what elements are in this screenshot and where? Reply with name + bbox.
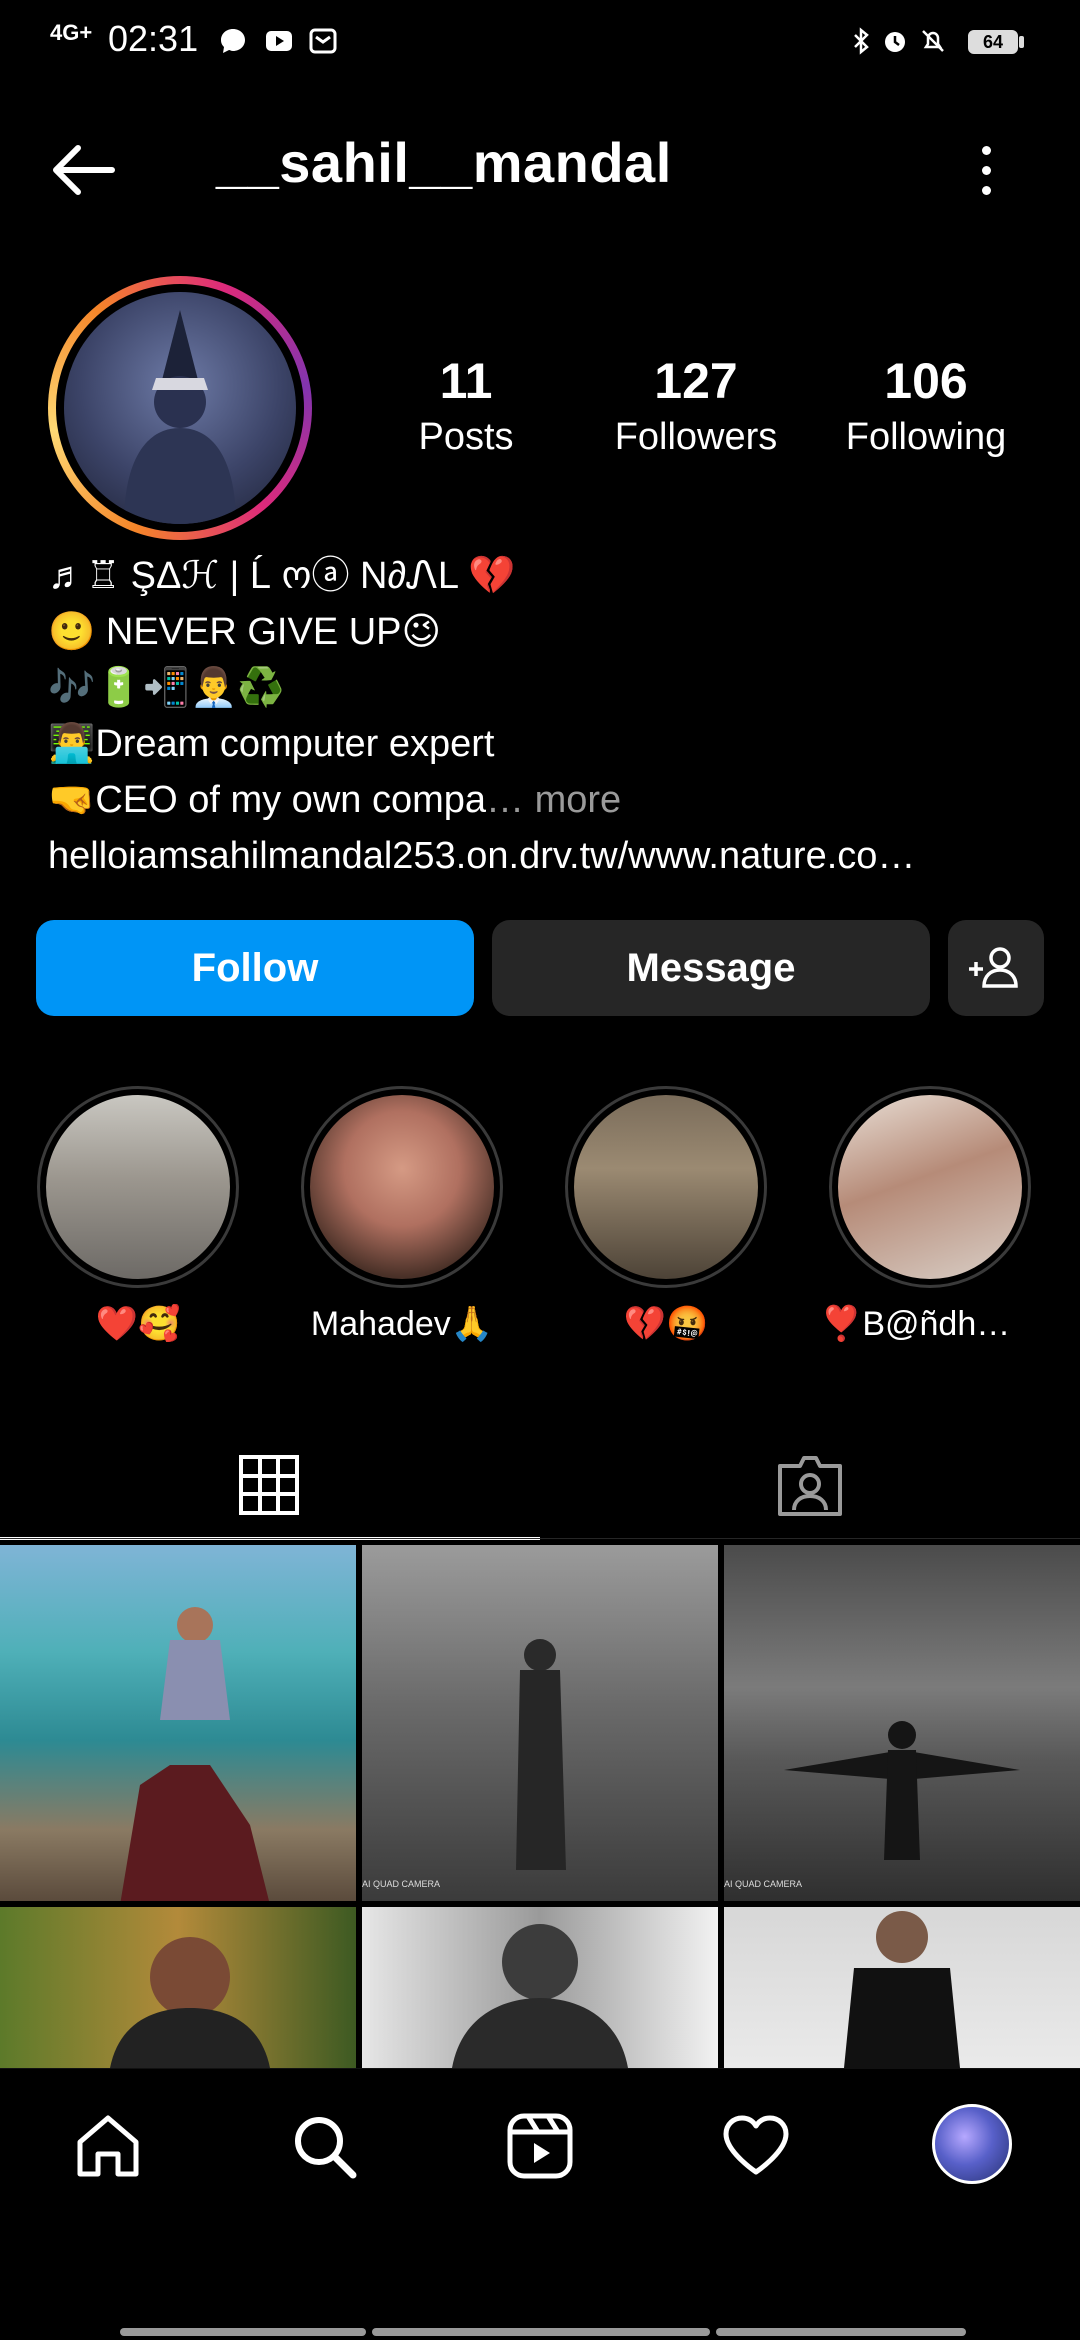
bio-more-link[interactable]: … more	[486, 779, 621, 821]
battery-tip	[1019, 36, 1024, 48]
profile-avatar-story-ring[interactable]	[48, 276, 312, 540]
posts-value: 11	[439, 353, 493, 409]
followers-count[interactable]: 127 Followers	[596, 352, 796, 459]
network-indicator: 4G+	[50, 20, 93, 45]
search-icon[interactable]	[288, 2110, 360, 2182]
heart-activity-icon[interactable]	[720, 2110, 792, 2182]
mail-icon	[309, 28, 337, 54]
gesture-bar	[120, 2328, 366, 2336]
post-thumbnail[interactable]	[724, 1907, 1080, 2068]
add-person-icon	[969, 947, 1018, 988]
highlight-label: Mahadev🙏	[310, 1305, 494, 1343]
following-label: Following	[845, 416, 1007, 458]
posts-count[interactable]: 11 Posts	[366, 352, 566, 459]
profile-avatar	[64, 292, 296, 524]
profile-username: __sahil__mandal	[216, 131, 672, 194]
story-highlight[interactable]: ❤️🥰	[28, 1086, 248, 1344]
gesture-bar	[372, 2328, 710, 2336]
alarm-icon	[885, 32, 905, 52]
post-thumbnail[interactable]	[0, 1545, 356, 1901]
highlight-label: ❣️B@ñdh@ñ…	[820, 1305, 1040, 1343]
highlight-label: 💔🤬	[623, 1305, 709, 1343]
bio-name-line: ♬♖ ŞΔℋ | Ĺ ოⓐ N∂ᏁL 💔	[48, 555, 516, 597]
grid-icon	[239, 1455, 299, 1515]
mute-bell-icon	[922, 30, 944, 52]
message-bubble-icon	[221, 29, 245, 53]
posts-label: Posts	[418, 416, 514, 458]
tab-posts-grid[interactable]	[0, 1420, 540, 1540]
home-icon[interactable]	[72, 2110, 144, 2182]
gesture-bar	[716, 2328, 966, 2336]
suggested-people-button[interactable]	[948, 920, 1044, 1016]
followers-value: 127	[654, 353, 738, 409]
more-options-icon[interactable]	[966, 140, 1006, 200]
post-thumbnail[interactable]: AI QUAD CAMERA	[724, 1545, 1080, 1901]
tab-tagged[interactable]	[540, 1420, 1080, 1540]
photo-watermark: AI QUAD CAMERA	[362, 1879, 441, 1889]
bio-website-link[interactable]: helloiamsahilmandal253.on.drv.tw/www.nat…	[48, 828, 1048, 884]
post-thumbnail[interactable]: AI QUAD CAMERA	[362, 1545, 718, 1901]
tagged-person-icon	[778, 1456, 842, 1516]
status-bar: 4G+ 02:31 64	[0, 0, 1080, 80]
status-time: 02:31	[108, 18, 199, 59]
following-value: 106	[884, 353, 968, 409]
highlight-label: ❤️🥰	[95, 1305, 181, 1343]
story-highlight[interactable]: 💔🤬	[556, 1086, 776, 1344]
story-highlight[interactable]: ❣️B@ñdh@ñ…	[820, 1086, 1040, 1344]
photo-watermark: AI QUAD CAMERA	[724, 1879, 803, 1889]
bio-line: 🙂 NEVER GIVE UP😉	[48, 611, 442, 653]
battery-indicator: 64	[968, 30, 1018, 54]
following-count[interactable]: 106 Following	[826, 352, 1026, 459]
bio-line: 🎶🔋📲👨‍💼♻️	[48, 667, 285, 709]
story-highlight[interactable]: Mahadev🙏	[292, 1086, 512, 1344]
profile-bio: ♬♖ ŞΔℋ | Ĺ ოⓐ N∂ᏁL 💔 🙂 NEVER GIVE UP😉 🎶🔋…	[48, 548, 1048, 884]
back-arrow-icon[interactable]	[48, 140, 118, 200]
reels-icon[interactable]	[504, 2110, 576, 2182]
post-thumbnail[interactable]	[362, 1907, 718, 2068]
profile-tab-avatar[interactable]	[932, 2104, 1012, 2184]
follow-button[interactable]: Follow	[36, 920, 474, 1016]
bluetooth-icon	[854, 27, 869, 55]
youtube-icon	[266, 31, 292, 51]
post-thumbnail[interactable]	[0, 1907, 356, 2068]
bio-line: 👨‍💻Dream computer expert	[48, 723, 495, 765]
message-button[interactable]: Message	[492, 920, 930, 1016]
followers-label: Followers	[614, 416, 778, 458]
bio-line-truncated: 🤜CEO of my own compa… more	[48, 779, 622, 821]
